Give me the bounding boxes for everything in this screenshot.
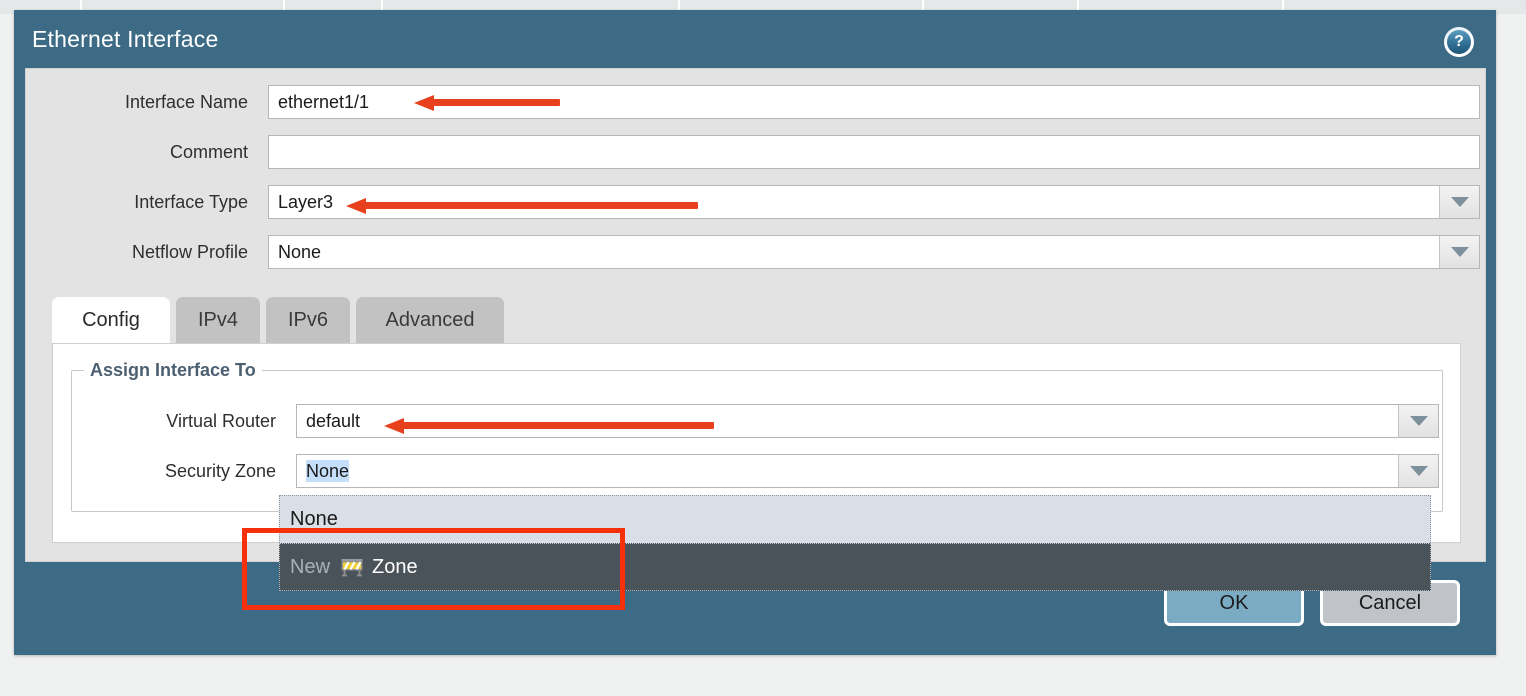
ok-button-label: OK [1219,591,1249,614]
input-comment[interactable] [268,135,1480,169]
select-interface-type[interactable]: Layer3 [268,185,1480,219]
select-virtual-router[interactable]: default [296,404,1439,438]
value-security-zone: None [306,459,350,482]
dropdown-option-none[interactable]: None [279,495,1431,543]
help-question-icon[interactable]: ? [1444,27,1474,57]
dropdown-option-new-zone-label: Zone [372,555,418,578]
dropdown-option-new-prefix: New [290,555,331,578]
tab-ipv6[interactable]: IPv6 [266,297,350,343]
tab-advanced-label: Advanced [385,308,475,331]
value-interface-type: Layer3 [278,191,334,212]
dropdown-option-none-label: None [290,508,338,530]
screen-root: Ethernet Interface ? Interface Name ethe… [0,0,1526,696]
label-comment: Comment [169,142,248,162]
dialog-title: Ethernet Interface [32,26,219,52]
form-row-netflow-profile: Netflow Profile None [26,233,1487,271]
label-interface-type: Interface Type [134,192,248,212]
value-interface-name: ethernet1/1 [278,91,370,112]
help-question-glyph: ? [1447,30,1471,54]
tab-ipv4-label: IPv4 [197,308,239,331]
select-security-zone[interactable]: None [296,454,1439,488]
chevron-down-icon-security-zone[interactable] [1398,455,1438,487]
chevron-down-icon-virtual-router[interactable] [1398,405,1438,437]
input-interface-name[interactable]: ethernet1/1 [268,85,1480,119]
label-virtual-router: Virtual Router [166,411,276,431]
tab-config[interactable]: Config [52,297,170,343]
chevron-down-icon-netflow-profile[interactable] [1439,236,1479,268]
chevron-down-icon-interface-type[interactable] [1439,186,1479,218]
tab-ipv6-label: IPv6 [287,308,329,331]
assign-interface-to-legend: Assign Interface To [90,360,256,380]
dropdown-option-new-zone[interactable]: New Zone [279,543,1431,591]
dialog-body: Interface Name ethernet1/1 Comment Inter… [25,68,1486,562]
form-row-interface-name: Interface Name ethernet1/1 [26,83,1487,121]
value-netflow-profile: None [278,241,322,262]
label-netflow-profile: Netflow Profile [131,242,248,262]
label-interface-name: Interface Name [124,92,248,112]
tab-ipv4[interactable]: IPv4 [176,297,260,343]
tab-advanced[interactable]: Advanced [356,297,504,343]
tab-config-label: Config [82,308,140,331]
label-security-zone: Security Zone [164,461,276,481]
zone-barricade-icon [340,558,364,577]
form-row-virtual-router: Virtual Router default [72,399,1444,443]
security-zone-dropdown-list[interactable]: None New Zone [279,495,1431,591]
form-row-interface-type: Interface Type Layer3 [26,183,1487,221]
value-virtual-router: default [306,410,361,431]
cancel-button-label: Cancel [1358,591,1422,614]
assign-interface-to-group: Assign Interface To Virtual Router defau… [71,360,1443,512]
form-row-comment: Comment [26,133,1487,171]
form-row-security-zone: Security Zone None [72,449,1444,493]
select-netflow-profile[interactable]: None [268,235,1480,269]
